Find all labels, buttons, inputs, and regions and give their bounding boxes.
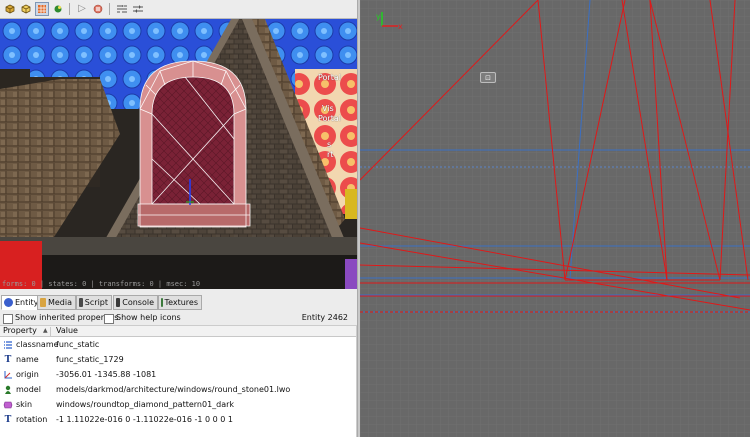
far-clip-icon[interactable] bbox=[131, 2, 145, 16]
tab-script[interactable]: Script bbox=[76, 295, 112, 310]
show-help-checkbox[interactable] bbox=[104, 314, 114, 324]
table-row[interactable]: T rotation -1 1.11022e-016 0 -1.11022e-0… bbox=[0, 412, 356, 427]
script-icon bbox=[79, 298, 83, 307]
console-icon bbox=[116, 298, 121, 307]
portal-label: Portal bbox=[318, 73, 341, 82]
ortho-viewport[interactable]: y x ⊡ bbox=[360, 0, 750, 437]
vector-icon bbox=[3, 370, 13, 380]
render-stats: forms: 0 | states: 0 | transforms: 0 | m… bbox=[2, 280, 201, 288]
skin-icon bbox=[3, 400, 13, 410]
tab-textures[interactable]: Textures bbox=[158, 295, 202, 310]
portal-label: s bbox=[327, 140, 332, 149]
classname-icon bbox=[3, 340, 13, 350]
property-value: func_static_1729 bbox=[56, 355, 124, 364]
property-key: origin bbox=[16, 370, 39, 379]
folder-icon bbox=[40, 298, 46, 307]
property-key: name bbox=[16, 355, 39, 364]
tab-label: Entity bbox=[15, 298, 39, 307]
x-axis-label: x bbox=[398, 22, 403, 31]
group-tabs: Entity Media Script Console Textures bbox=[0, 295, 357, 310]
tab-console[interactable]: Console bbox=[113, 295, 158, 310]
property-table: Property ▲ Value classname func_static T… bbox=[0, 326, 357, 437]
cube-solid-icon[interactable] bbox=[3, 2, 17, 16]
cube-wire-icon[interactable] bbox=[19, 2, 33, 16]
tab-label: Console bbox=[122, 298, 154, 307]
camera-toolbar: ▷ bbox=[0, 0, 357, 19]
tab-label: Textures bbox=[164, 298, 198, 307]
tab-label: Media bbox=[47, 298, 72, 307]
property-value: -1 1.11022e-016 0 -1.11022e-016 -1 0 0 0… bbox=[56, 415, 233, 424]
y-axis-label: y bbox=[376, 12, 381, 21]
value-column-header[interactable]: Value bbox=[56, 326, 78, 337]
show-inherited-label: Show inherited properties bbox=[15, 313, 119, 322]
show-help-label: Show help icons bbox=[116, 313, 181, 322]
property-column-header[interactable]: Property bbox=[3, 326, 37, 337]
table-row[interactable]: origin -3056.01 -1345.88 -1081 bbox=[0, 367, 356, 382]
property-key: model bbox=[16, 385, 41, 394]
entity-count: Entity 2462 bbox=[301, 313, 348, 322]
property-value: func_static bbox=[56, 340, 100, 349]
table-row[interactable]: skin windows/roundtop_diamond_pattern01_… bbox=[0, 397, 356, 412]
show-inherited-checkbox[interactable] bbox=[3, 314, 13, 324]
portal-label: Portal bbox=[318, 114, 341, 123]
lighting-icon[interactable] bbox=[51, 2, 65, 16]
play-icon[interactable]: ▷ bbox=[75, 2, 89, 16]
property-key: rotation bbox=[16, 415, 48, 424]
model-icon bbox=[3, 385, 13, 395]
property-value: -3056.01 -1345.88 -1081 bbox=[56, 370, 157, 379]
portal-label: rt bbox=[327, 150, 334, 159]
filter-icon[interactable] bbox=[115, 2, 129, 16]
property-key: classname bbox=[16, 340, 59, 349]
render-mode-icon[interactable] bbox=[35, 2, 49, 16]
camera-viewport[interactable]: Portal Vis Portal s rt forms: 0 | states… bbox=[0, 19, 357, 289]
entity-origin-marker[interactable]: ⊡ bbox=[480, 72, 496, 83]
stop-icon[interactable] bbox=[91, 2, 105, 16]
entity-icon bbox=[4, 298, 13, 307]
table-row[interactable]: model models/darkmod/architecture/window… bbox=[0, 382, 356, 397]
portal-label: Vis bbox=[322, 104, 334, 113]
left-panel: ▷ Portal Vis Portal s rt forms: 0 | stat… bbox=[0, 0, 357, 437]
textures-icon bbox=[161, 298, 163, 307]
property-value: models/darkmod/architecture/windows/roun… bbox=[56, 385, 291, 394]
table-header: Property ▲ Value bbox=[0, 326, 356, 337]
table-row[interactable]: classname func_static bbox=[0, 337, 356, 352]
text-icon: T bbox=[4, 415, 12, 425]
tab-label: Script bbox=[84, 298, 108, 307]
property-value: windows/roundtop_diamond_pattern01_dark bbox=[56, 400, 235, 409]
sort-arrow-icon: ▲ bbox=[43, 327, 48, 334]
entity-options: Show inherited properties Show help icon… bbox=[0, 312, 357, 326]
tab-media[interactable]: Media bbox=[37, 295, 76, 310]
table-row[interactable]: T name func_static_1729 bbox=[0, 352, 356, 367]
text-icon: T bbox=[4, 355, 12, 365]
property-key: skin bbox=[16, 400, 33, 409]
